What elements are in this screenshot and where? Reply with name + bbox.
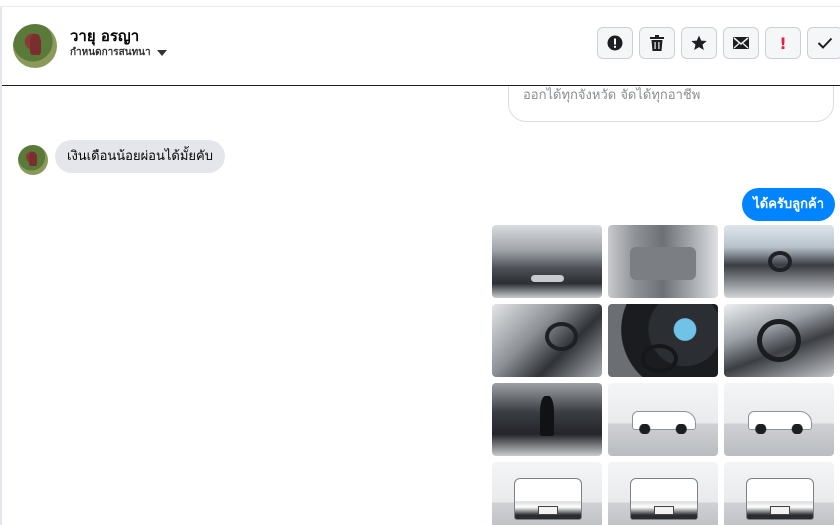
- mark-spam-button[interactable]: [597, 27, 633, 59]
- conversation-header: วายุ อรญา กำหนดการสนทนา !: [2, 7, 840, 86]
- truck-rear-photo-3[interactable]: [724, 462, 834, 525]
- outgoing-message-bubble: ได้ครับลูกค้า: [742, 188, 835, 221]
- truck-side-photo[interactable]: [608, 383, 718, 456]
- mark-unread-button[interactable]: [723, 27, 759, 59]
- contact-avatar[interactable]: [13, 24, 57, 68]
- exclamation-icon: !: [779, 33, 787, 53]
- truck-rear-photo[interactable]: [492, 462, 602, 525]
- dashboard-photo[interactable]: [724, 225, 834, 298]
- flag-button[interactable]: !: [765, 27, 801, 59]
- star-button[interactable]: [681, 27, 717, 59]
- rear-seats-photo[interactable]: [608, 225, 718, 298]
- steering-wheel-photo[interactable]: [724, 304, 834, 377]
- truck-rear-photo-2[interactable]: [608, 462, 718, 525]
- check-icon: [817, 37, 833, 49]
- gear-shifter-photo[interactable]: [492, 383, 602, 456]
- delete-button[interactable]: [639, 27, 675, 59]
- done-button[interactable]: [807, 27, 840, 59]
- previous-message-text: ออกได้ทุกจังหวัด จัดได้ทุกอาชีพ: [523, 88, 701, 103]
- label-dropdown[interactable]: กำหนดการสนทนา: [70, 45, 167, 60]
- caret-down-icon: [156, 50, 167, 56]
- star-icon: [691, 35, 707, 51]
- photo-attachment-grid: [492, 225, 834, 525]
- label-dropdown-text: กำหนดการสนทนา: [70, 47, 151, 58]
- alert-circle-icon: [607, 35, 623, 51]
- window-top-strip: [0, 0, 840, 7]
- instrument-cluster-photo[interactable]: [608, 304, 718, 377]
- sender-avatar[interactable]: [18, 145, 48, 175]
- engine-bay-photo[interactable]: [492, 225, 602, 298]
- incoming-message-bubble: เงินเดือนน้อยผ่อนได้มั้ยคับ: [55, 140, 225, 173]
- truck-side-photo-2[interactable]: [724, 383, 834, 456]
- conversation-toolbar: !: [597, 27, 840, 59]
- mail-icon: [733, 37, 749, 49]
- message-thread[interactable]: ออกได้ทุกจังหวัด จัดได้ทุกอาชีพ เงินเดือ…: [2, 86, 840, 525]
- trash-icon: [650, 35, 664, 51]
- previous-message-bubble: ออกได้ทุกจังหวัด จัดได้ทุกอาชีพ: [508, 86, 834, 122]
- driver-door-photo[interactable]: [492, 304, 602, 377]
